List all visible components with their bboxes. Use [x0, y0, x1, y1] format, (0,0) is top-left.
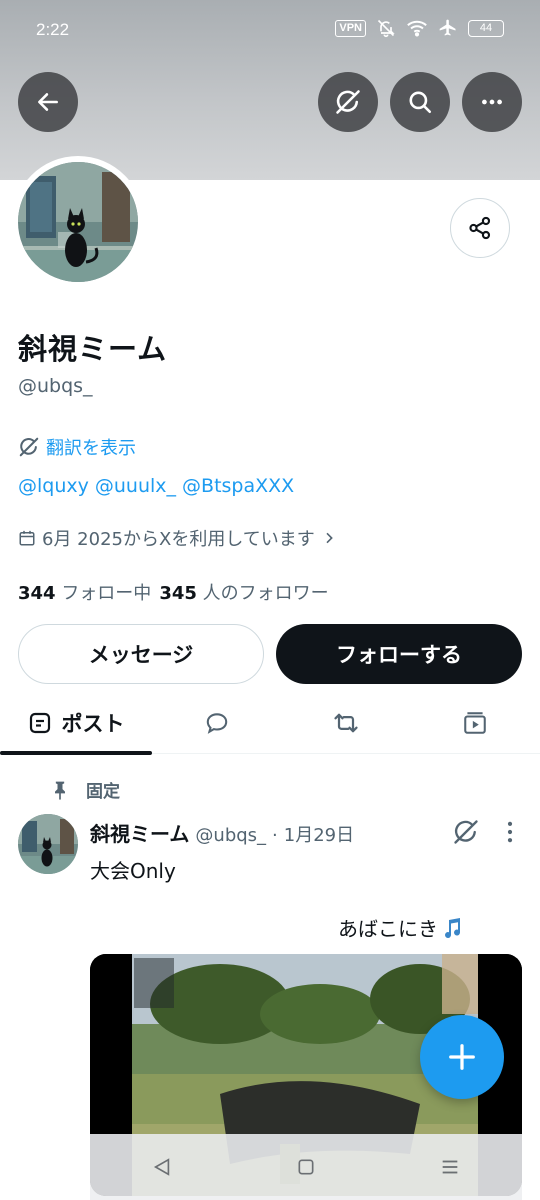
share-icon	[469, 216, 491, 240]
tab-posts-label: ポスト	[61, 712, 125, 736]
profile-avatar[interactable]	[12, 156, 144, 288]
profile-tabs: ポスト	[0, 694, 540, 754]
more-horizontal-icon	[482, 99, 502, 105]
followers-count: 345	[159, 583, 197, 604]
following-count: 344	[18, 583, 56, 604]
repost-icon	[334, 713, 358, 733]
post-more-button[interactable]	[500, 818, 520, 850]
post-text: 大会Only	[90, 859, 176, 883]
nav-home-icon[interactable]	[296, 1157, 316, 1177]
post-author-handle[interactable]: @ubqs_	[195, 825, 266, 846]
bio-mention-link[interactable]: @BtspaXXX	[182, 475, 294, 497]
tab-media[interactable]	[410, 694, 540, 752]
chevron-right-icon	[326, 532, 333, 544]
pinned-label: 固定	[86, 782, 120, 802]
back-button[interactable]	[18, 72, 78, 132]
search-icon	[409, 91, 432, 114]
status-time: 2:22	[36, 20, 70, 39]
post-date[interactable]: 1月29日	[284, 821, 354, 847]
status-bar: 2:22 VPN 44	[0, 0, 540, 62]
pin-icon	[55, 781, 65, 800]
followers-stat[interactable]: 345 人のフォロワー	[159, 579, 328, 605]
display-name: 斜視ミーム	[18, 332, 168, 366]
bio-mention-link[interactable]: @lquxy	[18, 475, 89, 497]
avatar-image	[18, 162, 138, 282]
translate-label: 翻訳を表示	[46, 438, 136, 459]
grok-icon	[454, 820, 478, 844]
followers-label: 人のフォロワー	[202, 583, 329, 604]
music-note-icon	[445, 917, 461, 938]
tab-reposts[interactable]	[282, 694, 410, 752]
wifi-icon	[407, 20, 427, 37]
message-button[interactable]: メッセージ	[18, 624, 264, 684]
share-button[interactable]	[450, 198, 510, 258]
video-icon	[464, 712, 486, 734]
joined-date: 6月 2025からXを利用しています	[42, 529, 315, 550]
post-header: 斜視ミーム @ubqs_ · 1月29日	[90, 818, 354, 847]
grok-icon	[336, 90, 360, 114]
tab-posts[interactable]: ポスト	[0, 694, 152, 752]
profile-handle: @ubqs_	[18, 375, 93, 397]
post-text-second: あばこにき	[338, 917, 438, 941]
following-stat[interactable]: 344 フォロー中	[18, 579, 151, 605]
nav-recents-icon[interactable]	[439, 1156, 461, 1178]
status-icons: VPN 44	[335, 18, 504, 38]
following-label: フォロー中	[61, 583, 152, 604]
post-separator: ·	[272, 825, 278, 846]
tab-active-indicator	[0, 751, 152, 755]
airplane-icon	[439, 19, 456, 36]
nav-back-icon[interactable]	[151, 1156, 173, 1178]
follow-stats: 344 フォロー中 345 人のフォロワー	[18, 579, 329, 605]
post-text-line2: あばこにき	[338, 913, 464, 942]
translate-link[interactable]: 翻訳を表示	[18, 434, 136, 460]
pinned-indicator: 固定	[50, 777, 120, 802]
bell-muted-icon	[377, 19, 395, 38]
post-grok-button[interactable]	[452, 818, 480, 850]
plus-icon	[449, 1044, 475, 1070]
follow-button[interactable]: フォローする	[276, 624, 522, 684]
joined-date-row[interactable]: 6月 2025からXを利用しています	[18, 525, 337, 551]
grok-icon	[19, 437, 39, 457]
post-icon	[29, 712, 50, 734]
tab-replies[interactable]	[152, 694, 282, 752]
more-button[interactable]	[462, 72, 522, 132]
bio-mention-link[interactable]: @uuulx_	[95, 475, 176, 497]
battery-indicator: 44	[468, 19, 504, 37]
calendar-icon	[19, 530, 35, 546]
vpn-badge: VPN	[335, 19, 366, 37]
arrow-left-icon	[38, 93, 58, 111]
post-author-name[interactable]: 斜視ミーム	[90, 818, 189, 847]
grok-button[interactable]	[318, 72, 378, 132]
search-button[interactable]	[390, 72, 450, 132]
more-vertical-icon	[507, 821, 513, 843]
compose-post-button[interactable]	[420, 1015, 504, 1099]
system-navigation-bar	[90, 1134, 522, 1200]
bio: @lquxy @uuulx_ @BtspaXXX	[18, 475, 294, 497]
post-author-avatar[interactable]	[18, 814, 78, 874]
reply-icon	[206, 713, 228, 734]
